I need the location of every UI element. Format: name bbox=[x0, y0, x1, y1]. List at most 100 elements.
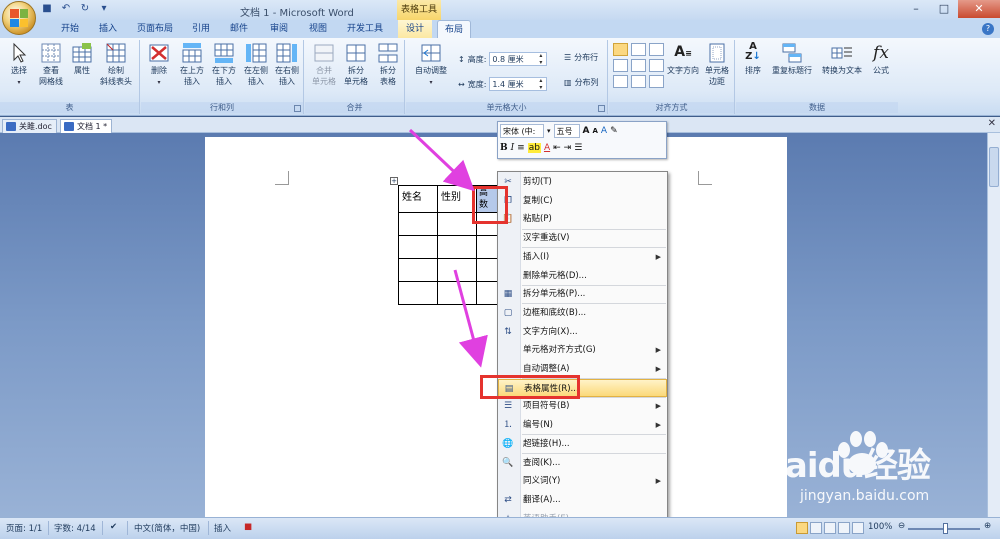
redo-icon[interactable]: ↻ bbox=[78, 2, 92, 16]
table-cell[interactable] bbox=[398, 235, 438, 259]
scrollbar-thumb[interactable] bbox=[989, 147, 999, 187]
align-top-right-icon[interactable] bbox=[649, 43, 664, 56]
tab-mailings[interactable]: 邮件 bbox=[224, 20, 254, 38]
table-move-handle-icon[interactable]: + bbox=[390, 177, 398, 185]
repeat-header-rows-button[interactable]: 重复标题行 bbox=[768, 42, 816, 76]
font-color-button[interactable]: A bbox=[544, 143, 550, 153]
styles-button[interactable]: A bbox=[601, 126, 607, 136]
zoom-level[interactable]: 100% bbox=[868, 522, 892, 532]
cell-margins-button[interactable]: 单元格 边距 bbox=[701, 42, 733, 87]
select-button[interactable]: 选择 ▾ bbox=[6, 42, 32, 88]
outline-view-icon[interactable] bbox=[838, 522, 850, 534]
tab-view[interactable]: 视图 bbox=[303, 20, 333, 38]
draft-view-icon[interactable] bbox=[852, 522, 864, 534]
maximize-button[interactable]: □ bbox=[930, 0, 958, 18]
split-cells-button[interactable]: 拆分 单元格 bbox=[341, 42, 371, 87]
menu-item-6[interactable]: 删除单元格(D)... bbox=[498, 267, 667, 285]
tab-insert[interactable]: 插入 bbox=[93, 20, 123, 38]
menu-item-15[interactable]: 🌐 超链接(H)... bbox=[498, 435, 667, 453]
status-insert-mode[interactable]: 插入 bbox=[214, 522, 231, 534]
italic-button[interactable]: I bbox=[511, 143, 515, 153]
align-top-left-icon[interactable] bbox=[613, 43, 628, 56]
table-cell[interactable] bbox=[437, 235, 477, 259]
table-cell[interactable]: 姓名 bbox=[398, 185, 438, 213]
align-middle-center-icon[interactable] bbox=[631, 59, 646, 72]
shrink-font-button[interactable]: A bbox=[592, 127, 597, 135]
menu-item-13[interactable]: ☰ 项目符号(B) ▶ bbox=[498, 397, 667, 415]
table-cell[interactable] bbox=[437, 258, 477, 282]
font-size-combo[interactable]: 五号 bbox=[553, 124, 580, 138]
decrease-indent-icon[interactable]: ⇤ bbox=[553, 143, 561, 153]
autofit-button[interactable]: 自动调整 ▾ bbox=[410, 42, 452, 88]
menu-item-18[interactable]: ⇄ 翻译(A)... bbox=[498, 491, 667, 509]
menu-item-17[interactable]: 同义词(Y) ▶ bbox=[498, 472, 667, 490]
save-icon[interactable]: ■ bbox=[40, 2, 54, 16]
format-painter-icon[interactable]: ✎ bbox=[610, 126, 618, 136]
table-cell[interactable] bbox=[437, 281, 477, 305]
align-bottom-right-icon[interactable] bbox=[649, 75, 664, 88]
undo-icon[interactable]: ↶ bbox=[59, 2, 73, 16]
align-middle-right-icon[interactable] bbox=[649, 59, 664, 72]
split-table-button[interactable]: 拆分 表格 bbox=[373, 42, 403, 87]
increase-indent-icon[interactable]: ⇥ bbox=[564, 143, 572, 153]
zoom-in-icon[interactable]: ⊕ bbox=[984, 521, 991, 531]
view-gridlines-button[interactable]: 查看 网格线 bbox=[34, 42, 68, 87]
tab-layout[interactable]: 布局 bbox=[437, 20, 471, 38]
distribute-columns-button[interactable]: ▥ 分布列 bbox=[564, 77, 599, 88]
zoom-out-icon[interactable]: ⊖ bbox=[898, 521, 905, 531]
bullets-icon[interactable]: ☰ bbox=[574, 143, 582, 153]
doc-tab-guanju[interactable]: 关雎.doc bbox=[2, 119, 57, 133]
rows-columns-launcher-icon[interactable] bbox=[294, 105, 301, 112]
bold-button[interactable]: B bbox=[500, 143, 508, 153]
tab-review[interactable]: 审阅 bbox=[264, 20, 294, 38]
status-page-count[interactable]: 页面: 1/1 bbox=[6, 522, 42, 534]
properties-button[interactable]: 属性 bbox=[68, 42, 96, 76]
center-align-icon[interactable]: ≡ bbox=[517, 143, 525, 153]
convert-to-text-button[interactable]: 转换为文本 bbox=[818, 42, 866, 76]
menu-item-9[interactable]: ⇅ 文字方向(X)... bbox=[498, 323, 667, 341]
sort-button[interactable]: A Z↓ 排序 bbox=[740, 42, 766, 76]
menu-item-4[interactable]: 汉字重选(V) bbox=[498, 229, 667, 247]
align-bottom-center-icon[interactable] bbox=[631, 75, 646, 88]
menu-item-5[interactable]: 插入(I) ▶ bbox=[498, 248, 667, 266]
table-cell[interactable] bbox=[398, 281, 438, 305]
menu-item-3[interactable]: 📋 粘贴(P) bbox=[498, 210, 667, 228]
insert-above-button[interactable]: 在上方 插入 bbox=[177, 42, 207, 87]
insert-below-button[interactable]: 在下方 插入 bbox=[209, 42, 239, 87]
close-button[interactable]: ✕ bbox=[958, 0, 1000, 18]
status-language[interactable]: 中文(简体，中国) bbox=[134, 522, 200, 534]
doc-tab-document1[interactable]: 文档 1 * bbox=[60, 119, 113, 133]
merge-cells-button[interactable]: 合并 单元格 bbox=[309, 42, 339, 87]
table-cell[interactable] bbox=[398, 258, 438, 282]
align-middle-left-icon[interactable] bbox=[613, 59, 628, 72]
distribute-rows-button[interactable]: ☰ 分布行 bbox=[564, 52, 598, 63]
minimize-button[interactable]: – bbox=[902, 0, 930, 18]
text-direction-button[interactable]: A≡ 文字方向 bbox=[664, 42, 702, 76]
insert-left-button[interactable]: 在左侧 插入 bbox=[241, 42, 271, 87]
close-doc-icon[interactable]: ✕ bbox=[988, 118, 996, 129]
full-screen-reading-view-icon[interactable] bbox=[810, 522, 822, 534]
customize-qat-icon[interactable]: ▾ bbox=[97, 2, 111, 16]
tab-home[interactable]: 开始 bbox=[55, 20, 85, 38]
office-button[interactable] bbox=[2, 1, 36, 35]
tab-developer[interactable]: 开发工具 bbox=[342, 20, 388, 38]
menu-item-2[interactable]: ❐ 复制(C) bbox=[498, 192, 667, 210]
tab-page-layout[interactable]: 页面布局 bbox=[132, 20, 178, 38]
print-layout-view-icon[interactable] bbox=[796, 522, 808, 534]
align-top-center-icon[interactable] bbox=[631, 43, 646, 56]
font-name-combo[interactable]: 宋体 (中: bbox=[500, 124, 544, 138]
macro-record-icon[interactable]: ■ bbox=[244, 522, 252, 532]
formula-button[interactable]: fx 公式 bbox=[868, 42, 894, 76]
insert-right-button[interactable]: 在右侧 插入 bbox=[272, 42, 302, 87]
column-width-input[interactable]: 1.4 厘米 bbox=[489, 77, 548, 91]
zoom-slider-thumb[interactable] bbox=[943, 523, 948, 534]
tab-references[interactable]: 引用 bbox=[186, 20, 216, 38]
row-height-input[interactable]: 0.8 厘米 bbox=[489, 52, 548, 66]
menu-item-8[interactable]: ▢ 边框和底纹(B)... bbox=[498, 304, 667, 322]
web-layout-view-icon[interactable] bbox=[824, 522, 836, 534]
proofing-check-icon[interactable]: ✔ bbox=[110, 522, 117, 532]
cell-size-launcher-icon[interactable] bbox=[598, 105, 605, 112]
menu-item-1[interactable]: ✂ 剪切(T) bbox=[498, 173, 667, 191]
delete-button[interactable]: 删除 ▾ bbox=[145, 42, 173, 88]
help-icon[interactable]: ? bbox=[982, 23, 994, 35]
